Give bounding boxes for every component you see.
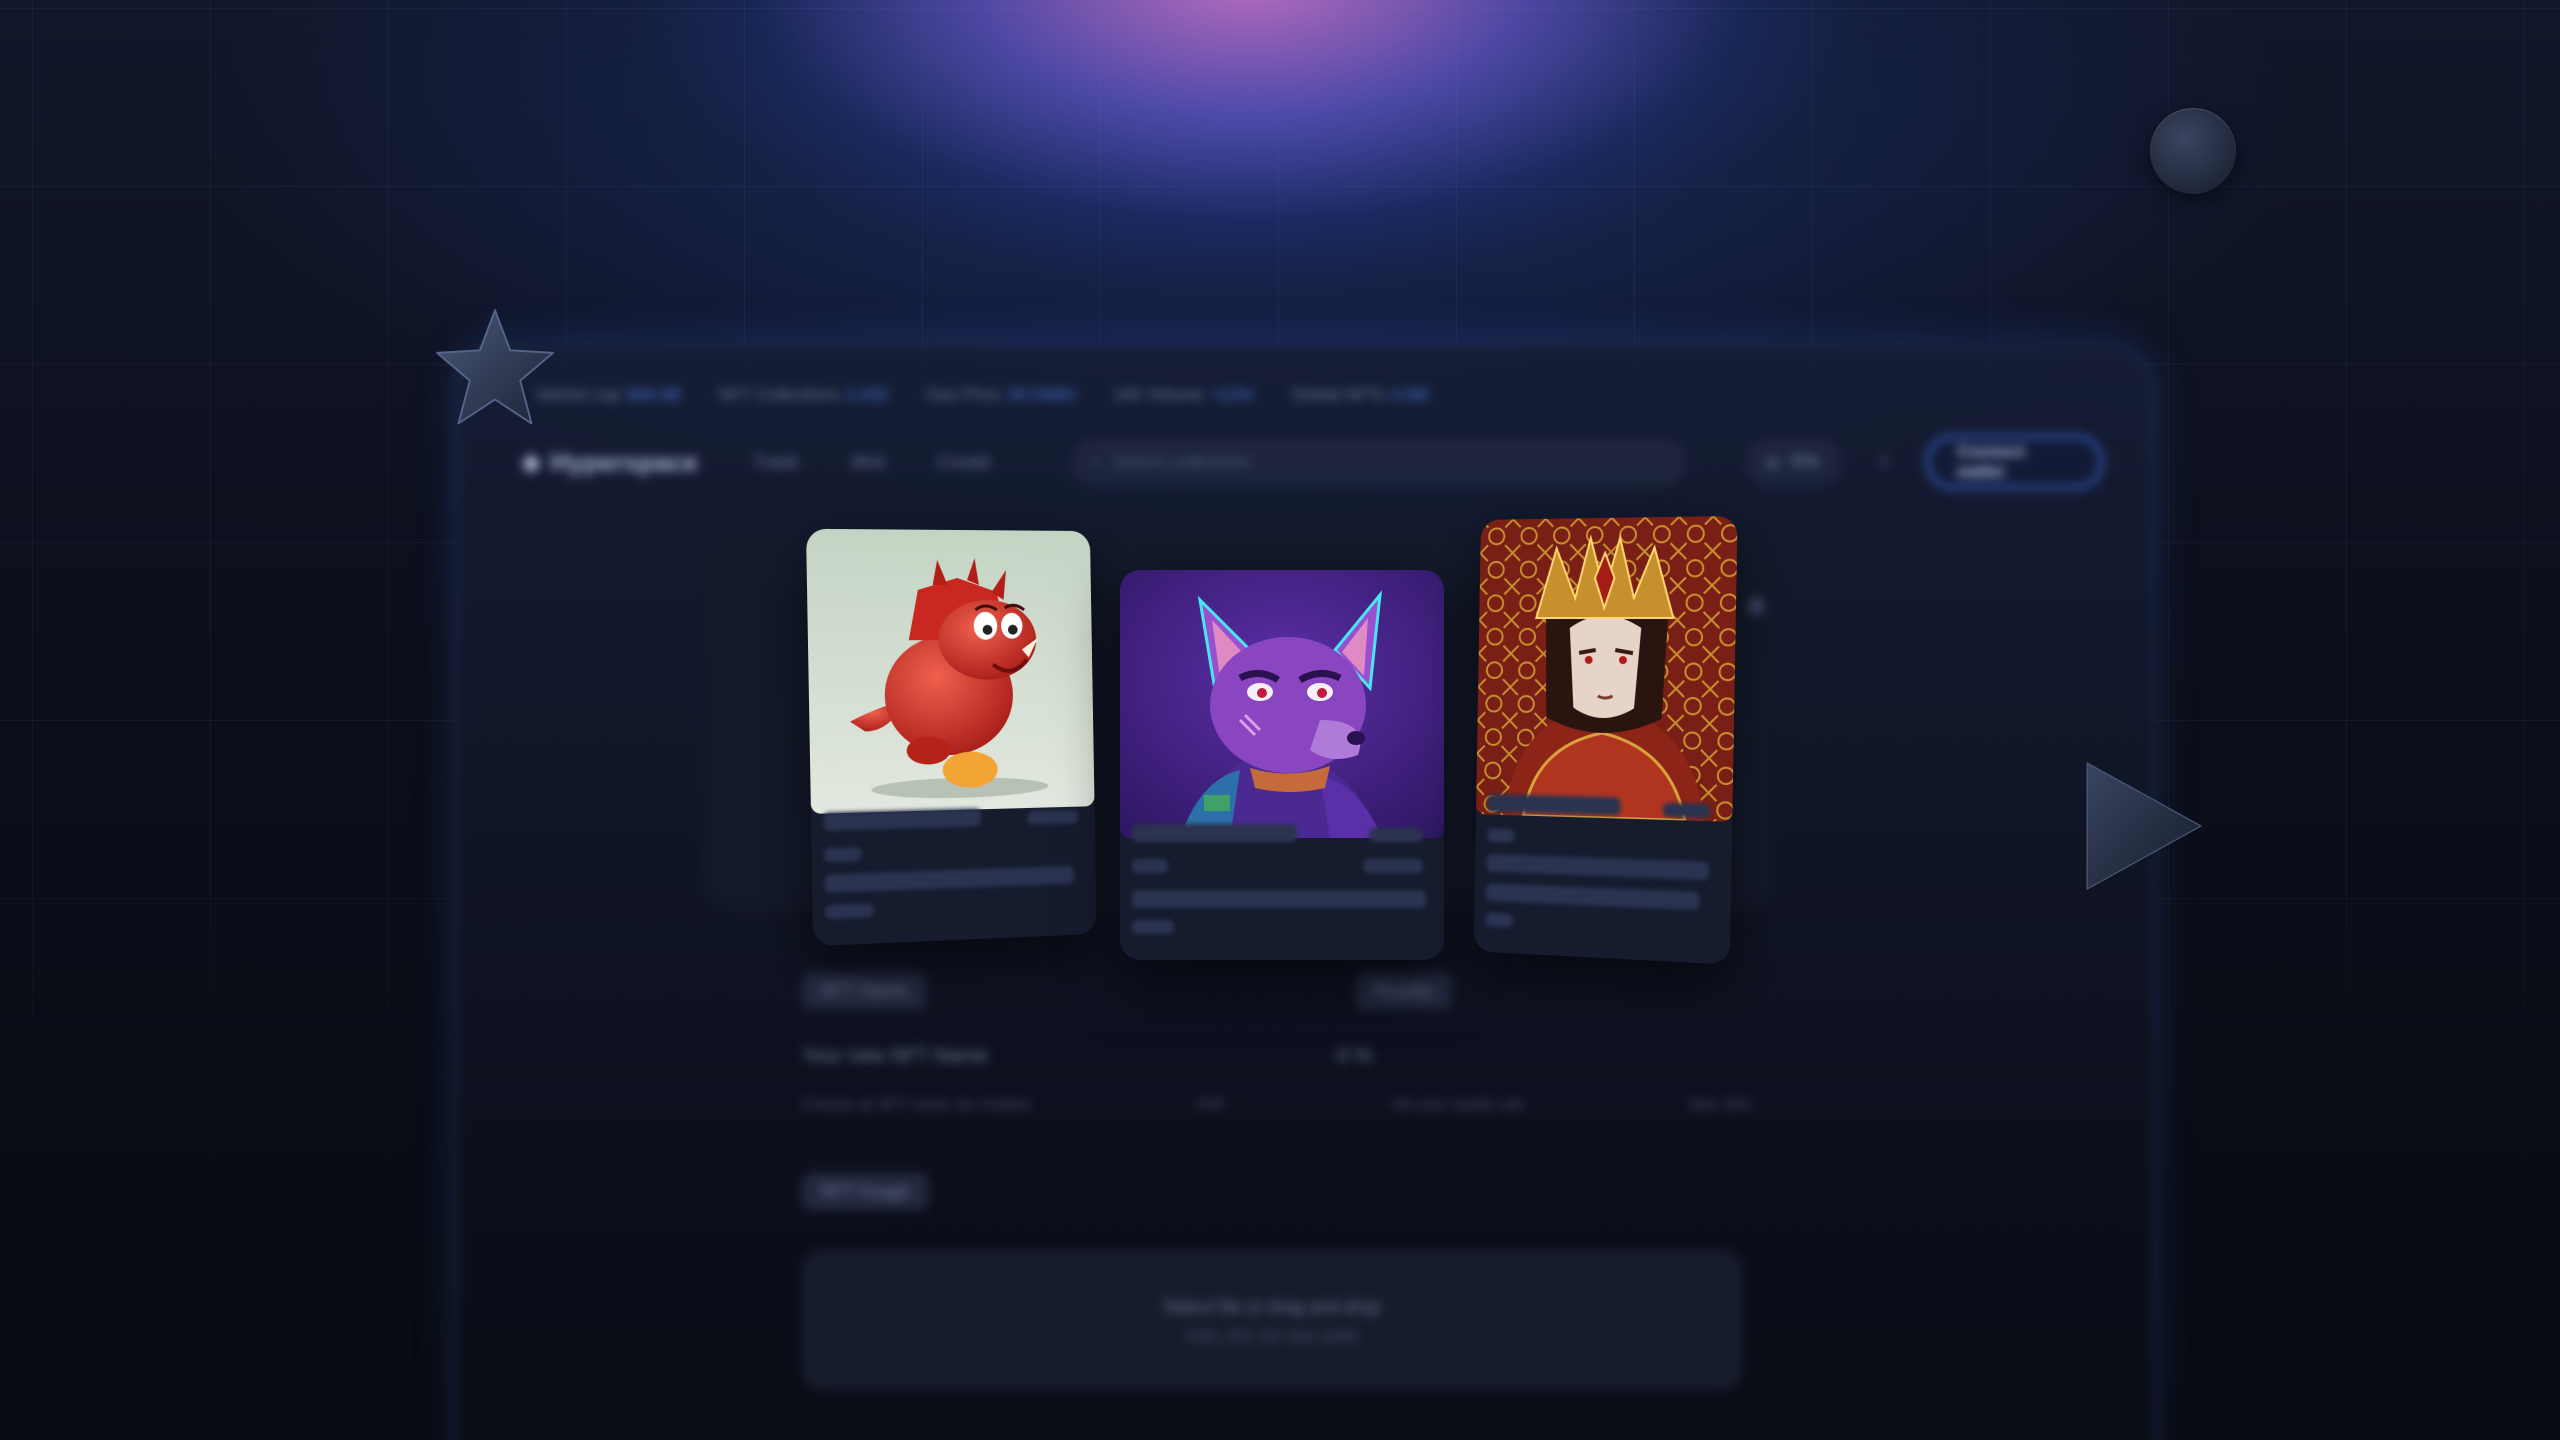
connect-wallet-button[interactable]: Connect wallet — [1925, 435, 2103, 489]
panel-indicator — [1747, 597, 1765, 615]
nav-link-mint[interactable]: Mint — [851, 452, 885, 473]
star-shape-icon — [436, 309, 554, 425]
nft-image-purple-fox — [1120, 570, 1444, 838]
nft-name-hint: Choose an NFT name, be creative — [802, 1096, 1032, 1113]
ticker-item: 24h Volume +12% — [1113, 385, 1254, 404]
nav-link-trade[interactable]: Trade — [753, 452, 799, 473]
nft-image-warrior-portrait — [1476, 515, 1738, 822]
ticker-item: NFT Collections 2,432 — [718, 385, 889, 404]
nft-card[interactable] — [1473, 515, 1738, 965]
search-input[interactable]: ⌕ Search collections — [1071, 438, 1686, 486]
ticker-item: Global NFTs 4.6M — [1291, 385, 1429, 404]
network-icon: ◎ — [1765, 454, 1780, 471]
nft-card[interactable] — [805, 528, 1097, 947]
top-nav: ◆ Hyperspace Trade Mint Create ⌕ Search … — [522, 427, 2103, 497]
ticker-item: Gas Price 28 GWEI — [926, 385, 1076, 404]
play-triangle-icon — [2086, 761, 2203, 891]
nav-links: Trade Mint Create — [753, 452, 991, 473]
network-selector[interactable]: ◎ SOL — [1745, 438, 1842, 486]
nft-card-details — [1474, 780, 1733, 965]
image-dropzone[interactable]: Select file or drag and drop PNG, JPG, G… — [802, 1250, 1742, 1390]
moon-icon: ☾ — [1879, 454, 1895, 471]
logo-icon: ◆ — [522, 448, 541, 476]
search-icon: ⌕ — [1091, 452, 1101, 471]
nft-name-label: NFT Name — [802, 972, 926, 1009]
nft-card-details — [1120, 810, 1444, 960]
nft-card[interactable] — [1120, 570, 1444, 960]
royalty-max: Max 10% — [1689, 1096, 1752, 1113]
sphere-shape-icon — [2150, 108, 2236, 194]
nft-name-input[interactable]: Your new NFT Name — [802, 1045, 988, 1068]
stats-ticker: Market cap $48.6B NFT Collections 2,432 Ga… — [537, 385, 1429, 405]
nft-card-details — [811, 791, 1097, 946]
mint-form: NFT Name Royalty Your new NFT Name 0 % C… — [802, 972, 1752, 1390]
nav-link-create[interactable]: Create — [937, 452, 991, 473]
ticker-item: Market cap $48.6B — [537, 385, 681, 404]
logo[interactable]: ◆ Hyperspace — [522, 447, 698, 478]
nft-image-red-dinosaur — [805, 528, 1095, 814]
theme-toggle-button[interactable]: ☾ — [1866, 440, 1908, 484]
royalty-hint: Set your royalty rate — [1390, 1096, 1525, 1113]
royalty-label: Royalty — [1355, 972, 1452, 1009]
nft-name-count: 0/30 — [1196, 1096, 1226, 1113]
nft-image-label: NFT Image — [802, 1173, 928, 1210]
royalty-input[interactable]: 0 % — [1338, 1045, 1372, 1068]
